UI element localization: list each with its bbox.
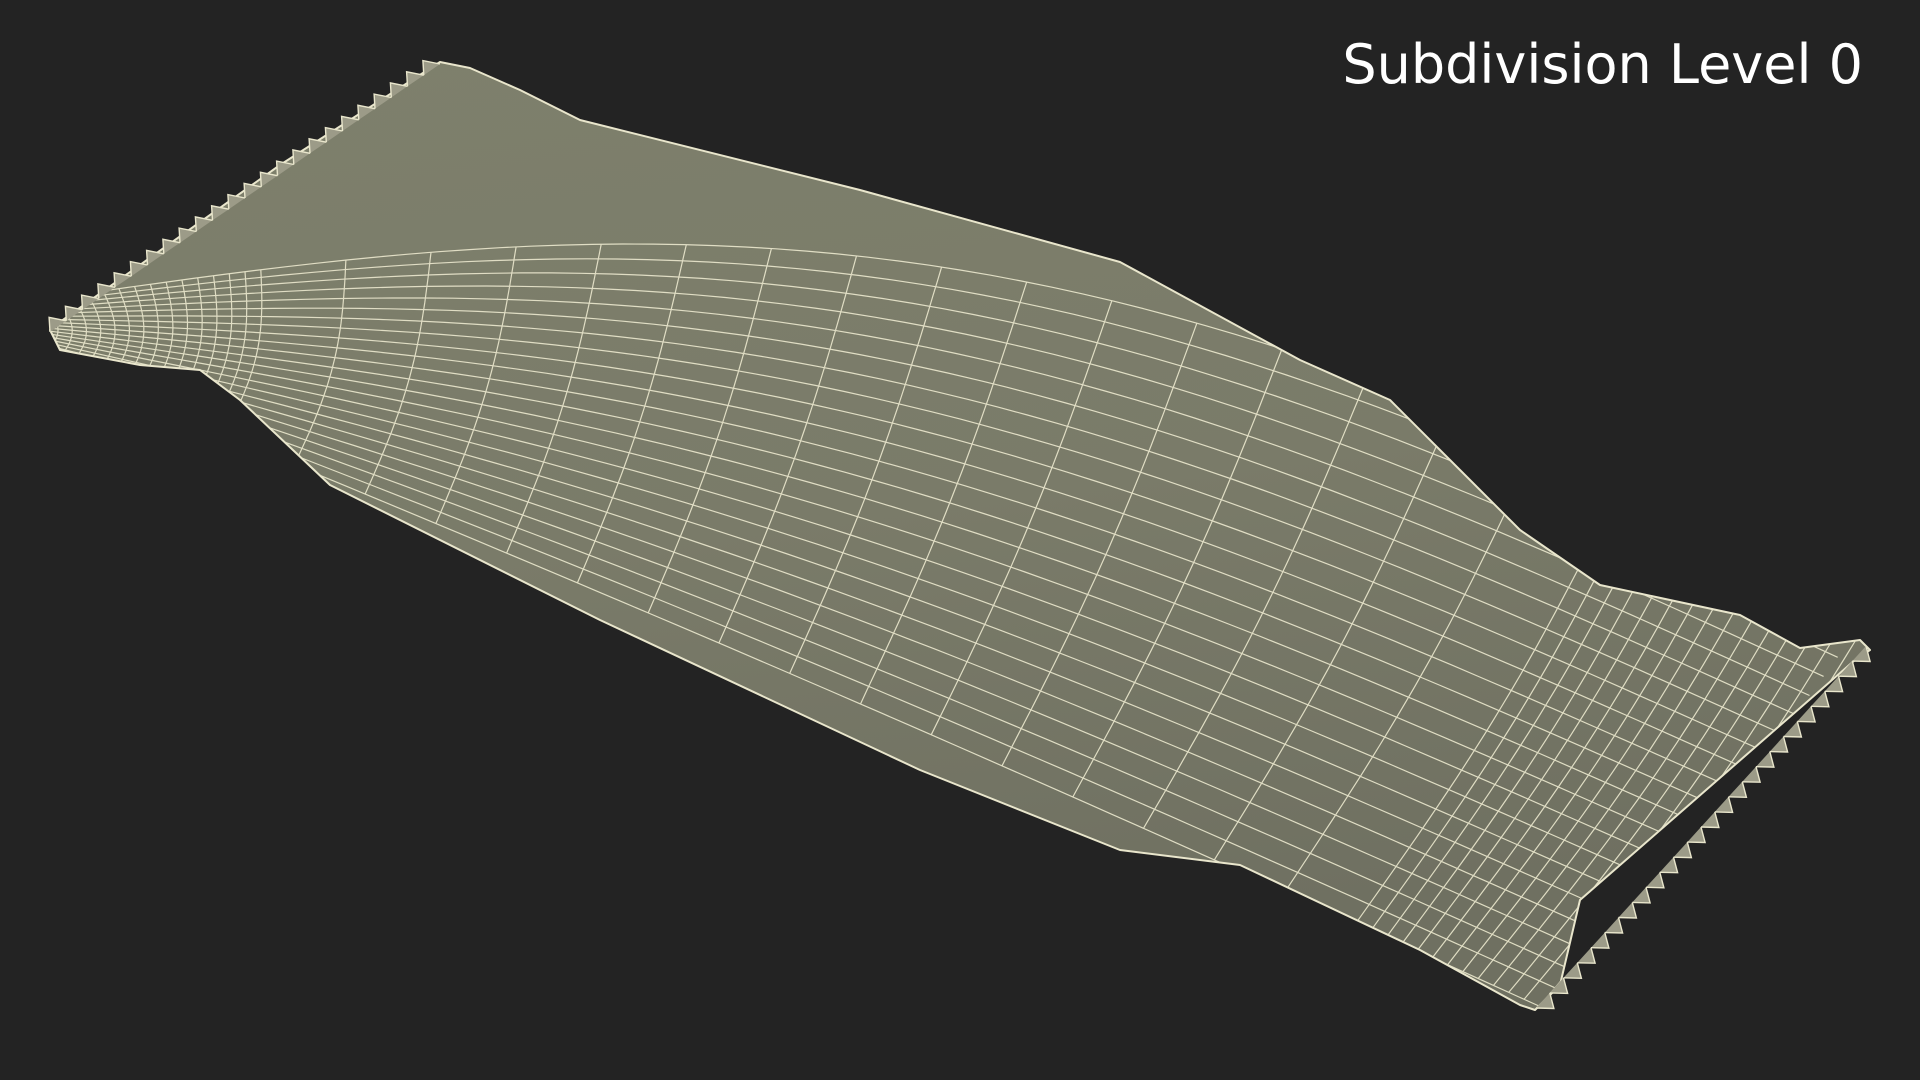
seal-tooth [1728, 781, 1748, 799]
seal-tooth [1645, 872, 1665, 889]
seal-tooth [1577, 947, 1597, 964]
seal-tooth [1700, 811, 1720, 829]
seal-tooth [1590, 932, 1610, 949]
seal-tooth [1742, 766, 1762, 783]
seal-tooth [1604, 917, 1624, 934]
package-body [49, 61, 1871, 1011]
seal-tooth [1755, 751, 1775, 768]
seal-tooth [1632, 887, 1652, 904]
seal-tooth [1769, 736, 1789, 753]
seal-tooth [1563, 962, 1583, 980]
wrapped-bar-wireframe [48, 59, 1872, 1011]
seal-tooth [1687, 826, 1707, 844]
render-viewport: Subdivision Level 0 [0, 0, 1920, 1080]
seal-tooth [1783, 721, 1803, 738]
seal-tooth [1618, 902, 1638, 919]
seal-tooth [1714, 796, 1734, 814]
subdivision-level-label: Subdivision Level 0 [1342, 33, 1863, 96]
seal-tooth [1673, 841, 1693, 859]
seal-tooth [1659, 857, 1679, 874]
